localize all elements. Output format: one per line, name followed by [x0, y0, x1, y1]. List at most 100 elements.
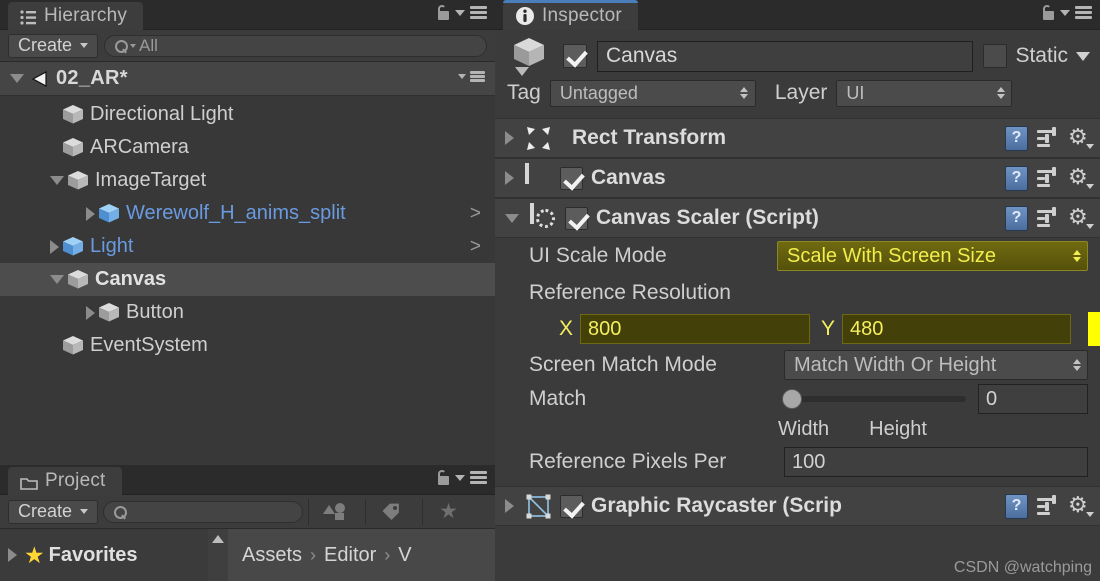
- hierarchy-node-button[interactable]: Button: [0, 296, 495, 329]
- preset-icon[interactable]: [1037, 207, 1059, 229]
- ref-x-field[interactable]: 800: [580, 314, 811, 344]
- help-icon[interactable]: ?: [1005, 165, 1028, 191]
- match-value-field[interactable]: 0: [978, 384, 1088, 414]
- breadcrumb-item[interactable]: Assets: [242, 544, 302, 567]
- hamburger-menu-icon: [470, 71, 485, 82]
- twisty-open-icon[interactable]: [50, 275, 64, 284]
- help-icon[interactable]: ?: [1005, 493, 1028, 519]
- component-header-graphic-raycaster[interactable]: Graphic Raycaster (Scrip ? ⚙: [495, 486, 1100, 526]
- tab-hierarchy[interactable]: Hierarchy: [8, 2, 144, 30]
- component-title: Canvas Scaler (Script): [596, 206, 819, 229]
- chevron-down-icon[interactable]: [1060, 9, 1070, 16]
- project-favorites-row[interactable]: ★ Favorites: [0, 529, 208, 581]
- breadcrumb-item[interactable]: V: [398, 544, 411, 567]
- chevron-down-icon[interactable]: [1076, 51, 1090, 61]
- preset-icon[interactable]: [1037, 495, 1059, 517]
- breadcrumb-separator-icon: ›: [310, 544, 317, 565]
- component-twisty[interactable]: [505, 213, 519, 223]
- gear-icon[interactable]: ⚙: [1068, 206, 1094, 230]
- shapes-icon: [322, 503, 345, 520]
- component-enabled-checkbox[interactable]: [560, 166, 583, 190]
- component-enabled-checkbox[interactable]: [560, 494, 583, 518]
- reference-pixels-field[interactable]: 100: [784, 447, 1088, 477]
- ui-scale-mode-value: Scale With Screen Size: [787, 244, 996, 267]
- gear-icon[interactable]: ⚙: [1068, 126, 1094, 150]
- twisty-placeholder: [50, 345, 59, 346]
- scene-row-menu[interactable]: [458, 71, 485, 82]
- tag-label: Tag: [507, 81, 541, 104]
- gameobject-active-checkbox[interactable]: [563, 44, 587, 68]
- twisty-closed-icon[interactable]: [86, 305, 95, 320]
- hierarchy-node-arcamera[interactable]: ARCamera: [0, 131, 495, 164]
- hierarchy-node-canvas[interactable]: Canvas: [0, 263, 495, 296]
- hierarchy-node-label: ARCamera: [90, 136, 189, 158]
- tab-inspector[interactable]: Inspector: [503, 0, 638, 30]
- lock-icon[interactable]: [1042, 5, 1055, 20]
- component-header-canvas-scaler[interactable]: Canvas Scaler (Script) ? ⚙: [495, 198, 1100, 238]
- twisty-closed-icon[interactable]: [86, 206, 95, 221]
- twisty-open-icon[interactable]: [50, 176, 64, 185]
- inspector-name-row: Canvas Static: [495, 36, 1100, 76]
- lock-icon[interactable]: [437, 470, 450, 485]
- tag-dropdown[interactable]: Untagged: [549, 79, 756, 107]
- static-control[interactable]: Static: [983, 44, 1090, 68]
- twisty-closed-icon[interactable]: [50, 239, 59, 254]
- component-title: Rect Transform: [572, 126, 727, 149]
- preset-icon[interactable]: [1037, 127, 1059, 149]
- help-icon[interactable]: ?: [1005, 125, 1028, 151]
- chevron-down-icon[interactable]: [455, 9, 465, 16]
- component-enabled-checkbox[interactable]: [565, 206, 588, 230]
- component-title: Canvas: [591, 166, 666, 189]
- project-search-input[interactable]: [103, 500, 304, 523]
- prefab-open-arrow-icon[interactable]: >: [470, 203, 481, 225]
- filter-by-type-button[interactable]: [308, 498, 360, 525]
- component-header-canvas[interactable]: Canvas ? ⚙: [495, 158, 1100, 198]
- project-create-button[interactable]: Create: [8, 499, 99, 524]
- hierarchy-node-directional-light[interactable]: Directional Light: [0, 98, 495, 131]
- prefab-open-arrow-icon[interactable]: >: [470, 236, 481, 258]
- component-twisty[interactable]: [505, 171, 514, 185]
- hierarchy-node-werewolf-h-anims-split[interactable]: Werewolf_H_anims_split >: [0, 197, 495, 230]
- hamburger-menu-icon[interactable]: [470, 6, 487, 19]
- hierarchy-search-input[interactable]: All: [104, 34, 487, 57]
- scene-row[interactable]: 02_AR*: [0, 62, 495, 96]
- static-checkbox[interactable]: [983, 44, 1008, 68]
- hierarchy-node-light[interactable]: Light >: [0, 230, 495, 263]
- filter-by-label-button[interactable]: [365, 498, 417, 525]
- match-slider[interactable]: [782, 389, 966, 409]
- ref-y-field[interactable]: 480: [842, 314, 1072, 344]
- component-title: Graphic Raycaster (Scrip: [591, 494, 842, 517]
- gear-icon[interactable]: ⚙: [1068, 166, 1094, 190]
- hierarchy-node-imagetarget[interactable]: ImageTarget: [0, 164, 495, 197]
- preset-icon[interactable]: [1037, 167, 1059, 189]
- match-slider-handle[interactable]: [782, 389, 802, 409]
- chevron-down-icon[interactable]: [455, 474, 465, 481]
- tab-project[interactable]: Project: [8, 467, 122, 495]
- component-header-rect-transform[interactable]: Rect Transform ? ⚙: [495, 118, 1100, 158]
- component-twisty[interactable]: [505, 131, 514, 145]
- gear-icon[interactable]: ⚙: [1068, 494, 1094, 518]
- lock-icon[interactable]: [437, 5, 450, 20]
- hamburger-menu-icon[interactable]: [470, 471, 487, 484]
- layer-dropdown[interactable]: UI: [836, 79, 1013, 107]
- inspector-tag-layer-row: Tag Untagged Layer UI: [495, 76, 1100, 110]
- component-twisty[interactable]: [505, 499, 514, 513]
- help-icon[interactable]: ?: [1005, 205, 1028, 231]
- hierarchy-tab-label: Hierarchy: [44, 5, 128, 26]
- favorites-twisty[interactable]: [8, 548, 17, 562]
- hierarchy-search-value: All: [139, 35, 158, 55]
- filter-by-favorite-button[interactable]: ★: [422, 498, 474, 525]
- ui-scale-mode-dropdown[interactable]: Scale With Screen Size: [777, 241, 1088, 271]
- chevron-down-icon: [515, 67, 529, 76]
- inspector-tab-label: Inspector: [542, 5, 622, 26]
- object-name-field[interactable]: Canvas: [597, 40, 974, 72]
- hamburger-menu-icon[interactable]: [1075, 6, 1092, 19]
- project-scroll-up[interactable]: [208, 529, 228, 581]
- hierarchy-create-button[interactable]: Create: [8, 33, 99, 58]
- hierarchy-node-eventsystem[interactable]: EventSystem: [0, 329, 495, 362]
- breadcrumb-item[interactable]: Editor: [324, 544, 376, 567]
- scene-expand-twisty[interactable]: [10, 74, 24, 83]
- screen-match-mode-dropdown[interactable]: Match Width Or Height: [784, 350, 1088, 380]
- match-width-label: Width: [778, 417, 830, 440]
- gameobject-icon[interactable]: [507, 35, 553, 77]
